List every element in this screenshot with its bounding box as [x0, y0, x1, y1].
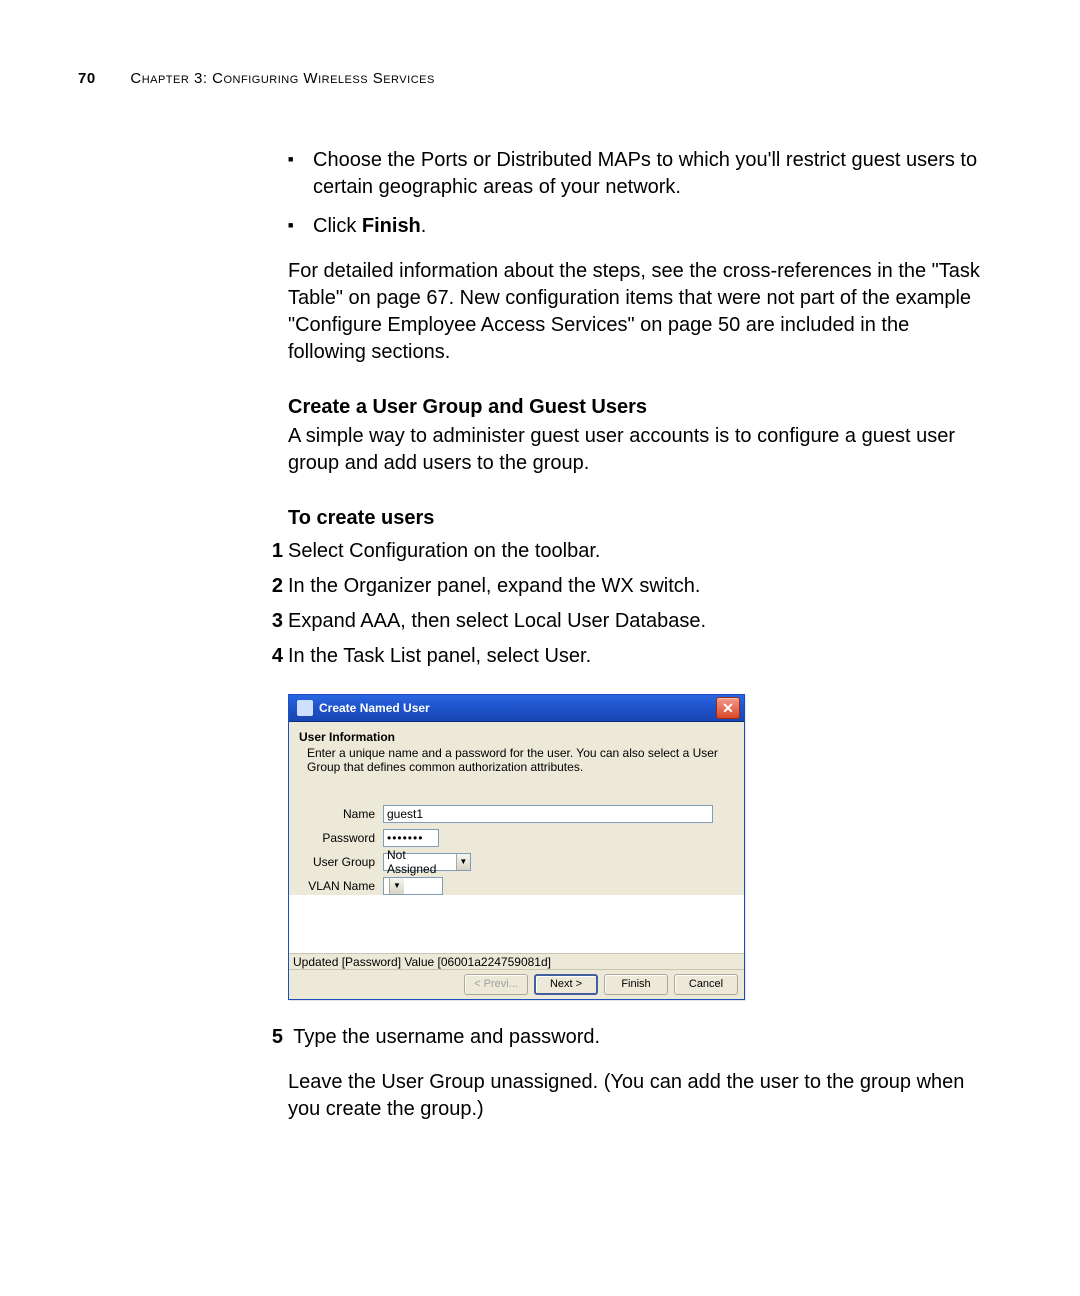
- usergroup-select[interactable]: Not Assigned ▼: [383, 853, 471, 871]
- create-named-user-dialog: Create Named User ✕ User Information Ent…: [288, 694, 745, 1000]
- dialog-titlebar[interactable]: Create Named User ✕: [289, 695, 744, 722]
- usergroup-value: Not Assigned: [387, 848, 454, 876]
- section-title: User Information: [299, 730, 734, 744]
- cancel-button[interactable]: Cancel: [674, 974, 738, 995]
- numbered-steps: Select Configuration on the toolbar. In …: [288, 538, 988, 670]
- chapter-title: Chapter 3: Configuring Wireless Services: [130, 70, 434, 87]
- subsection-heading: To create users: [288, 507, 988, 530]
- app-icon: [297, 700, 313, 716]
- step-item: Select Configuration on the toolbar.: [263, 538, 988, 565]
- document-page: 70 Chapter 3: Configuring Wireless Servi…: [0, 0, 1080, 1181]
- chevron-down-icon: ▼: [389, 878, 404, 894]
- paragraph: For detailed information about the steps…: [288, 258, 988, 366]
- paragraph: Leave the User Group unassigned. (You ca…: [288, 1069, 988, 1123]
- paragraph: A simple way to administer guest user ac…: [288, 423, 988, 477]
- close-icon: ✕: [722, 700, 734, 717]
- step-item: Expand AAA, then select Local User Datab…: [263, 608, 988, 635]
- password-input[interactable]: [383, 829, 439, 847]
- bullet-bold: Finish: [362, 215, 421, 237]
- dialog-body: User Information Enter a unique name and…: [289, 722, 744, 895]
- form-row-vlan: VLAN Name ▼: [299, 877, 734, 895]
- status-bar: Updated [Password] Value [06001a22475908…: [289, 953, 744, 969]
- step-number: 5: [263, 1024, 283, 1051]
- bullet-text: Click: [313, 215, 362, 237]
- dialog-button-row: < Previ... Next > Finish Cancel: [289, 969, 744, 999]
- name-input[interactable]: [383, 805, 713, 823]
- step-text: In the Organizer panel, expand the WX sw…: [288, 575, 700, 597]
- finish-button[interactable]: Finish: [604, 974, 668, 995]
- bullet-text: Choose the Ports or Distributed MAPs to …: [313, 149, 977, 198]
- usergroup-label: User Group: [299, 855, 375, 869]
- next-button[interactable]: Next >: [534, 974, 598, 995]
- step-item: In the Task List panel, select User.: [263, 643, 988, 670]
- form-row-name: Name: [299, 805, 734, 823]
- bullet-list: Choose the Ports or Distributed MAPs to …: [288, 147, 988, 240]
- name-label: Name: [299, 807, 375, 821]
- vlanname-label: VLAN Name: [299, 879, 375, 893]
- step-item: In the Organizer panel, expand the WX sw…: [263, 573, 988, 600]
- bullet-text: .: [421, 215, 427, 237]
- bullet-item: Click Finish.: [288, 213, 988, 240]
- step-text: Select Configuration on the toolbar.: [288, 540, 600, 562]
- section-heading: Create a User Group and Guest Users: [288, 396, 988, 419]
- step-item: 5 Type the username and password.: [263, 1024, 988, 1051]
- step-text: In the Task List panel, select User.: [288, 645, 591, 667]
- page-number: 70: [78, 70, 96, 87]
- running-header: 70 Chapter 3: Configuring Wireless Servi…: [78, 70, 988, 87]
- step-text: Expand AAA, then select Local User Datab…: [288, 610, 706, 632]
- dialog-figure: Create Named User ✕ User Information Ent…: [288, 694, 988, 1000]
- bullet-item: Choose the Ports or Distributed MAPs to …: [288, 147, 988, 201]
- main-content: Choose the Ports or Distributed MAPs to …: [288, 147, 988, 1123]
- chevron-down-icon: ▼: [456, 854, 470, 870]
- close-button[interactable]: ✕: [716, 697, 740, 719]
- step-text: Type the username and password.: [293, 1026, 600, 1048]
- password-label: Password: [299, 831, 375, 845]
- previous-button[interactable]: < Previ...: [464, 974, 528, 995]
- vlanname-select[interactable]: ▼: [383, 877, 443, 895]
- dialog-title-text: Create Named User: [319, 701, 430, 715]
- form-row-usergroup: User Group Not Assigned ▼: [299, 853, 734, 871]
- form-row-password: Password: [299, 829, 734, 847]
- section-description: Enter a unique name and a password for t…: [307, 746, 734, 775]
